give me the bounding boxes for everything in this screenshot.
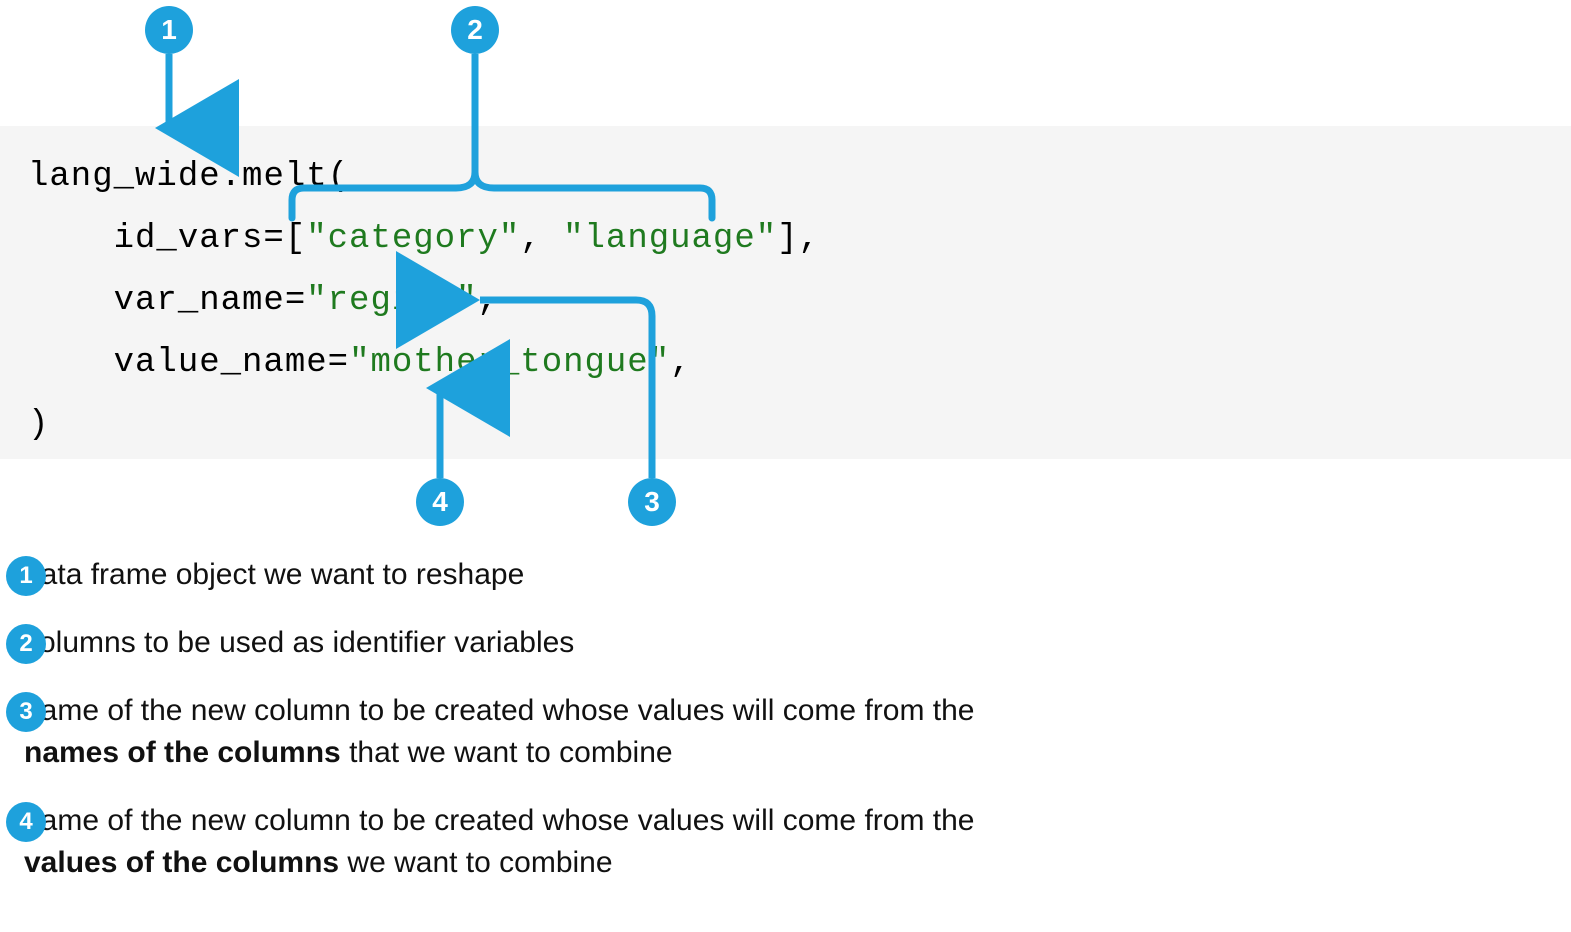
legend-badge-2-label: 2 xyxy=(19,630,32,658)
code-close-paren: ) xyxy=(28,406,49,444)
code-melt: .melt( xyxy=(221,158,349,196)
legend-text-3: name of the new column to be created who… xyxy=(24,690,1044,774)
legend: 1 data frame object we want to reshape 2… xyxy=(6,554,1206,910)
legend-badge-3-label: 3 xyxy=(19,698,32,726)
code-str-mother-tongue: "mother_tongue" xyxy=(349,344,670,382)
code-value-name-prefix: value_name= xyxy=(28,344,349,382)
code-id-vars-prefix: id_vars=[ xyxy=(28,220,306,258)
legend-badge-4-label: 4 xyxy=(19,808,32,836)
legend-text-4a: name of the new column to be created who… xyxy=(24,804,974,837)
callout-badge-1: 1 xyxy=(145,6,193,54)
code-comma1: , xyxy=(520,220,563,258)
legend-text-3a: name of the new column to be created who… xyxy=(24,694,974,727)
legend-badge-1-label: 1 xyxy=(19,562,32,590)
legend-text-2: columns to be used as identifier variabl… xyxy=(24,622,574,664)
callout-badge-2-label: 2 xyxy=(467,14,483,46)
legend-text-3c: that we want to combine xyxy=(341,736,673,769)
legend-badge-3: 3 xyxy=(6,692,46,732)
code-str-region: "region" xyxy=(306,282,477,320)
code-str-category: "category" xyxy=(306,220,520,258)
code-value-name-end: , xyxy=(670,344,691,382)
legend-text-4c: we want to combine xyxy=(339,846,612,879)
legend-text-4: name of the new column to be created who… xyxy=(24,800,1044,884)
legend-row-2: 2 columns to be used as identifier varia… xyxy=(6,622,1206,664)
legend-badge-1: 1 xyxy=(6,556,46,596)
code-var-name-end: , xyxy=(477,282,498,320)
code-id-vars-end: ], xyxy=(777,220,820,258)
code-str-language: "language" xyxy=(563,220,777,258)
diagram-canvas: lang_wide.melt( id_vars=["category", "la… xyxy=(0,0,1571,932)
callout-badge-4: 4 xyxy=(416,478,464,526)
callout-badge-1-label: 1 xyxy=(161,14,177,46)
callout-badge-4-label: 4 xyxy=(432,486,448,518)
legend-text-3b: names of the columns xyxy=(24,736,341,769)
legend-text-1: data frame object we want to reshape xyxy=(24,554,524,596)
legend-badge-4: 4 xyxy=(6,802,46,842)
legend-row-1: 1 data frame object we want to reshape xyxy=(6,554,1206,596)
callout-badge-2: 2 xyxy=(451,6,499,54)
legend-badge-2: 2 xyxy=(6,624,46,664)
code-var-name-prefix: var_name= xyxy=(28,282,306,320)
legend-row-4: 4 name of the new column to be created w… xyxy=(6,800,1206,884)
code-block: lang_wide.melt( id_vars=["category", "la… xyxy=(0,126,1571,459)
legend-text-4b: values of the columns xyxy=(24,846,339,879)
code-lang-wide: lang_wide xyxy=(28,158,221,196)
legend-row-3: 3 name of the new column to be created w… xyxy=(6,690,1206,774)
callout-badge-3: 3 xyxy=(628,478,676,526)
callout-badge-3-label: 3 xyxy=(644,486,660,518)
